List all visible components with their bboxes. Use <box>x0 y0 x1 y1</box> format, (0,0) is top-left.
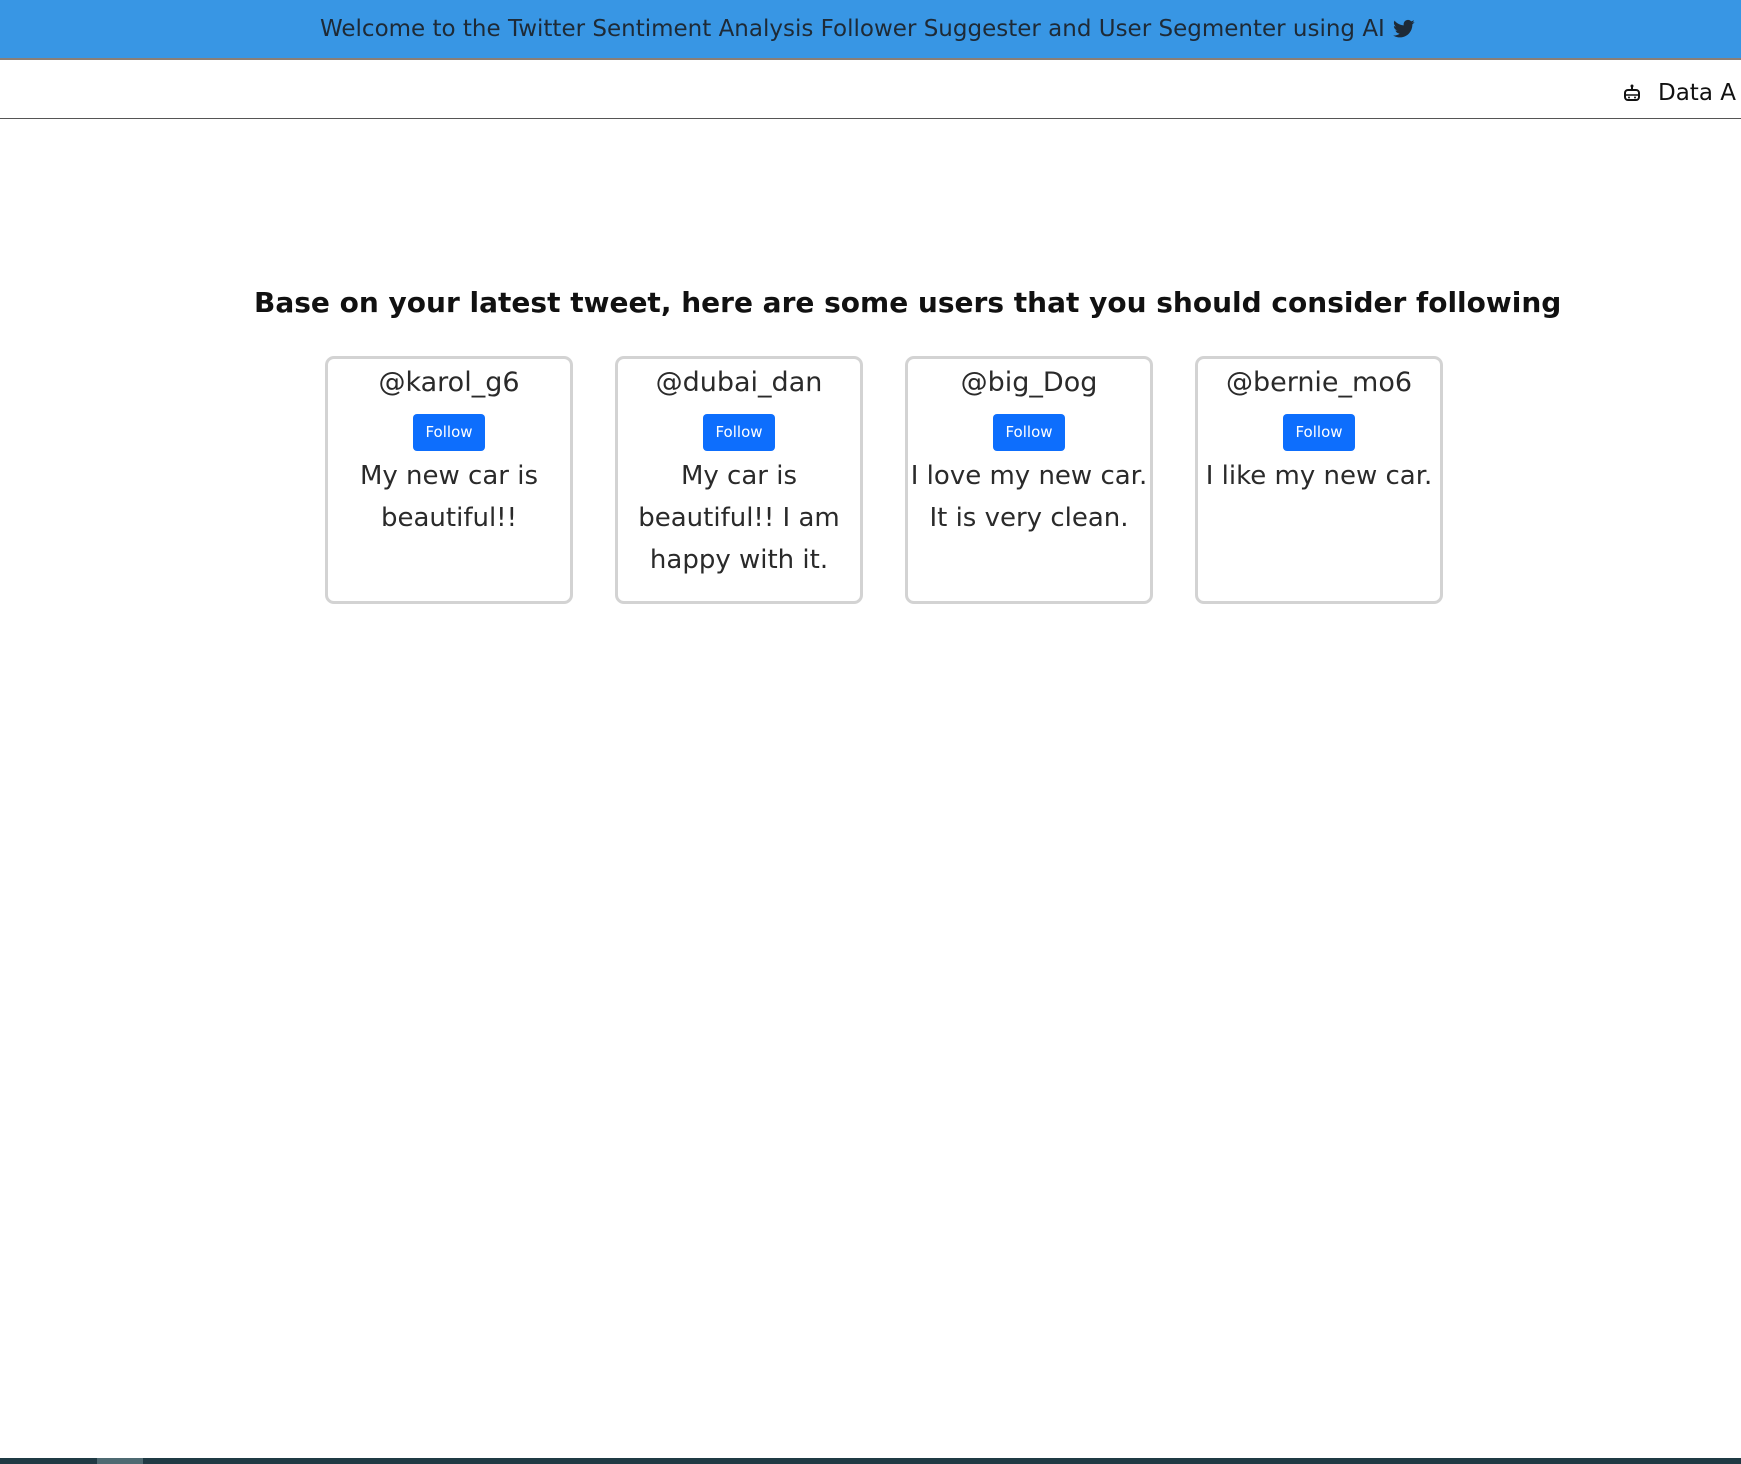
nav-item-label: Data A <box>1658 80 1736 106</box>
follow-button[interactable]: Follow <box>703 414 775 451</box>
follow-button[interactable]: Follow <box>413 414 485 451</box>
user-handle[interactable]: @bernie_mo6 <box>1198 367 1440 398</box>
banner-title: Welcome to the Twitter Sentiment Analysi… <box>320 16 1385 42</box>
welcome-banner: Welcome to the Twitter Sentiment Analysi… <box>0 0 1741 60</box>
twitter-bird-icon <box>1392 19 1415 38</box>
robot-icon <box>1624 84 1640 101</box>
user-card: @bernie_mo6 Follow I like my new car. <box>1195 356 1443 604</box>
banner-title-row: Welcome to the Twitter Sentiment Analysi… <box>320 16 1415 42</box>
user-tweet: My car is beautiful!! I am happy with it… <box>638 461 840 575</box>
user-handle[interactable]: @big_Dog <box>908 367 1150 398</box>
user-tweet: I love my new car. It is very clean. <box>910 461 1148 533</box>
follow-button[interactable]: Follow <box>993 414 1065 451</box>
taskbar <box>0 1458 1741 1464</box>
user-tweet: I like my new car. <box>1205 461 1433 491</box>
page-heading: Base on your latest tweet, here are some… <box>254 286 1562 319</box>
top-navbar: Data A <box>0 62 1741 119</box>
user-handle[interactable]: @karol_g6 <box>328 367 570 398</box>
user-card: @karol_g6 Follow My new car is beautiful… <box>325 356 573 604</box>
user-tweet: My new car is beautiful!! <box>359 461 539 533</box>
user-card: @dubai_dan Follow My car is beautiful!! … <box>615 356 863 604</box>
user-handle[interactable]: @dubai_dan <box>618 367 860 398</box>
follow-button[interactable]: Follow <box>1283 414 1355 451</box>
taskbar-active-item[interactable] <box>97 1458 143 1464</box>
user-card: @big_Dog Follow I love my new car. It is… <box>905 356 1153 604</box>
nav-item-data[interactable]: Data A <box>1622 80 1736 106</box>
